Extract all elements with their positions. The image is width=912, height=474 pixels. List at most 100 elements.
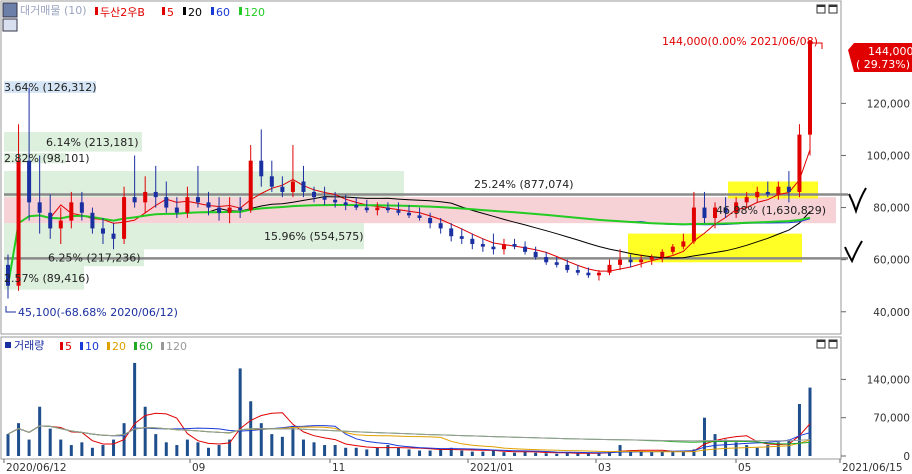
volume-bar <box>544 453 548 456</box>
volume-bar <box>618 445 622 456</box>
volume-bar <box>491 450 495 456</box>
y-tick-label: 60,000 <box>873 255 910 267</box>
volume-bar <box>396 447 400 456</box>
candle-body <box>333 199 338 203</box>
candle-body <box>501 244 506 250</box>
candle-body <box>48 212 53 229</box>
panel-toggle-icon[interactable] <box>2 2 18 18</box>
volume-bar <box>365 449 369 456</box>
candle-body <box>354 204 359 208</box>
candle-body <box>681 241 686 247</box>
volume-tick-label: 140,000 <box>867 374 910 386</box>
volume-legend-marker <box>107 342 110 350</box>
volume-maximize-icon-bar <box>817 340 825 342</box>
volume-bar <box>59 439 63 456</box>
x-tick-label: 09 <box>192 462 205 474</box>
volume-legend-marker <box>134 342 137 350</box>
candle-body <box>238 207 243 211</box>
volume-y-ticks: 0 70,000 140,000 <box>841 374 910 463</box>
volume-bar <box>344 447 348 456</box>
x-tick-label: 2021/01 <box>470 462 514 474</box>
volume-bar <box>407 449 411 456</box>
candle-body <box>797 134 802 192</box>
candle-body <box>575 270 580 273</box>
candle-body <box>185 197 190 213</box>
candle-body <box>280 186 285 192</box>
volume-legend-marker <box>80 342 83 350</box>
volume-bar <box>523 451 527 456</box>
candle-body <box>100 228 105 234</box>
candle-body <box>312 191 317 198</box>
candle-body <box>544 257 549 263</box>
volume-bar <box>386 445 390 456</box>
y-tick-label: 40,000 <box>873 307 910 319</box>
candle-body <box>132 197 137 203</box>
x-tick-label: 05 <box>738 462 751 474</box>
candle-body <box>565 264 570 271</box>
volume-bar <box>323 445 327 456</box>
candle-body <box>396 210 401 213</box>
candle-body <box>375 207 380 211</box>
candle-body <box>428 217 433 224</box>
volume-tick-label: 0 <box>903 451 910 463</box>
volume-close-icon-bar <box>829 340 837 342</box>
legend-ma-label: 120 <box>244 6 265 19</box>
volume-bar <box>354 447 358 456</box>
price-band <box>4 171 404 198</box>
candle-body <box>480 244 485 247</box>
volume-bar <box>439 449 443 456</box>
y-tick-label: 80,000 <box>873 203 910 215</box>
price-y-ticks: 40,000 60,000 80,000 100,000 120,000 <box>841 98 910 319</box>
volume-bar <box>745 445 749 456</box>
candle-body <box>164 197 169 208</box>
panel-marker-icon[interactable] <box>2 18 18 32</box>
price-panel <box>0 0 842 335</box>
legend-ma-label: 60 <box>216 6 230 19</box>
stock-chart: 3.64% (126,312) 6.14% (213,181) 2.82% (98,… <box>0 0 912 474</box>
candle-body <box>670 246 675 252</box>
volume-bar <box>196 442 200 456</box>
candle-body <box>217 207 222 213</box>
candle-body <box>417 215 422 218</box>
volume-title: 거래량 <box>14 339 44 352</box>
legend-ma-marker <box>211 7 214 15</box>
volume-bar <box>481 451 485 456</box>
volume-bar <box>280 436 284 456</box>
volume-bar <box>460 450 464 456</box>
candle-body <box>79 202 84 213</box>
volume-legend-marker <box>161 342 164 350</box>
close-icon-bar <box>829 5 837 7</box>
candle-body <box>755 191 760 198</box>
candle-body <box>776 186 781 195</box>
volume-legend-label: 10 <box>85 340 99 353</box>
candle-body <box>143 191 148 203</box>
volume-bar <box>101 445 105 456</box>
volume-legend-label: 120 <box>166 340 187 353</box>
candle-body <box>343 202 348 205</box>
volume-bar <box>48 428 52 456</box>
candle-body <box>523 246 528 252</box>
volume-bar <box>238 368 242 456</box>
candle-body <box>259 160 264 177</box>
legend-ma-marker <box>183 7 186 15</box>
candle-body <box>649 257 654 260</box>
candle-body <box>607 264 612 273</box>
candle-body <box>438 223 443 229</box>
candle-body <box>628 259 633 263</box>
volume-bar <box>787 439 791 456</box>
volume-legend-label: 20 <box>112 340 126 353</box>
volume-bar <box>470 451 474 456</box>
max-price-annotation: 144,000(0.00% 2021/06/08) <box>662 35 818 48</box>
band-label: 6.25% (217,236) <box>48 252 141 265</box>
candle-body <box>470 238 475 245</box>
volume-legend-marker <box>60 342 63 350</box>
volume-bar <box>80 442 84 456</box>
band-label: 46.98% (1,630,829) <box>716 204 826 217</box>
band-label: 2.57% (89,416) <box>4 272 90 285</box>
candle-body <box>364 207 369 211</box>
volume-bar <box>112 439 116 456</box>
x-tick-label: 11 <box>332 462 345 474</box>
volume-bar <box>375 447 379 456</box>
volume-bar <box>797 404 801 456</box>
candle-body <box>449 228 454 237</box>
